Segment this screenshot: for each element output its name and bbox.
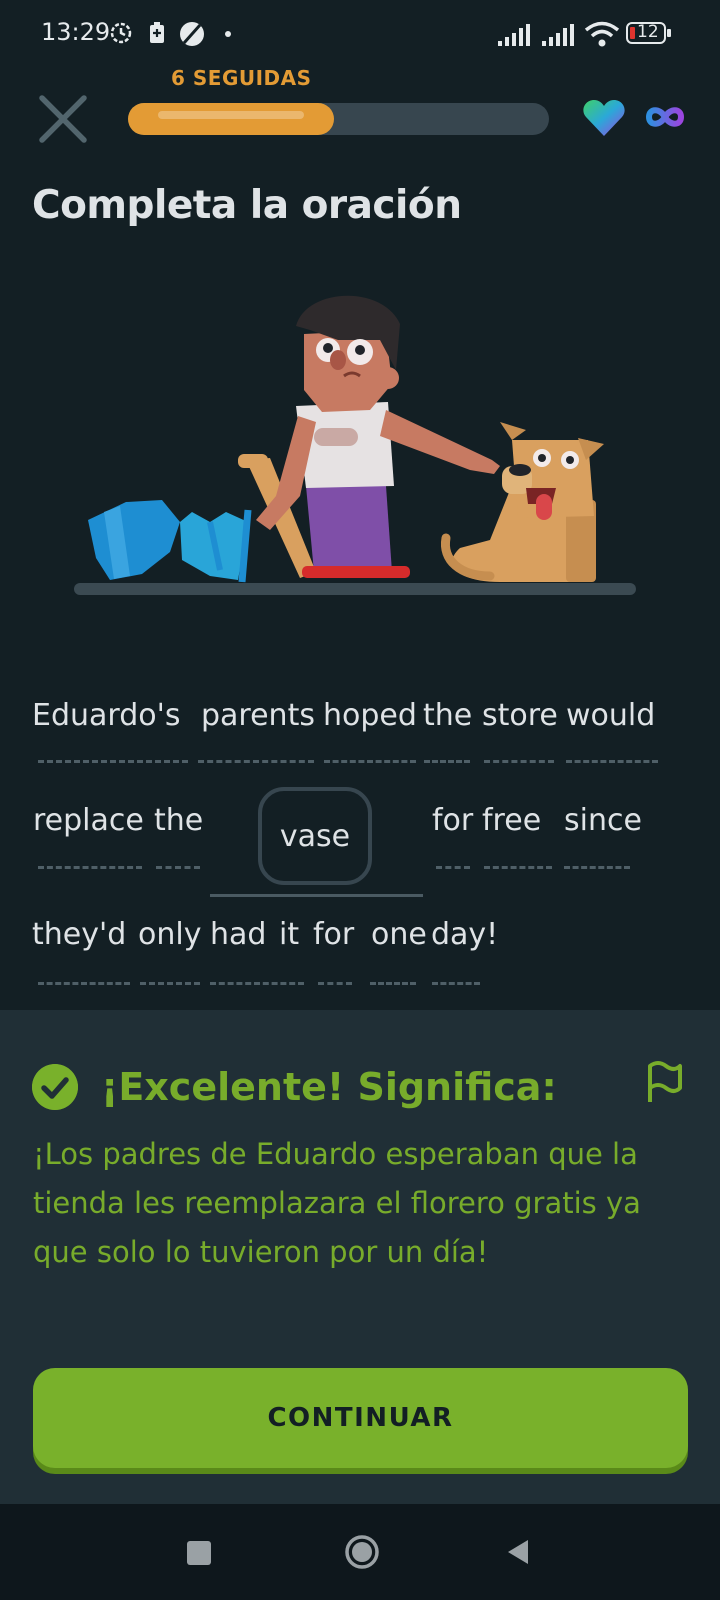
streak-label: 6 SEGUIDAS [171, 66, 312, 90]
word-theyd[interactable]: they'd [32, 917, 126, 952]
word-it[interactable]: it [279, 917, 299, 952]
word-underline [38, 866, 142, 869]
word-parents[interactable]: parents [201, 698, 315, 733]
heart-icon[interactable] [582, 98, 626, 138]
back-icon[interactable] [506, 1538, 530, 1566]
home-icon[interactable] [344, 1534, 380, 1570]
lesson-progress-bar [128, 103, 549, 135]
word-underline [436, 866, 470, 869]
word-the[interactable]: the [423, 698, 472, 733]
recents-icon[interactable] [187, 1541, 211, 1565]
feedback-translation: ¡Los padres de Eduardo esperaban que la … [33, 1137, 641, 1269]
data-saver-icon [180, 22, 204, 46]
word-one[interactable]: one [371, 917, 427, 952]
battery-saver-icon [150, 22, 164, 43]
word-only[interactable]: only [138, 917, 201, 952]
signal-icon [498, 24, 530, 46]
word-underline [318, 982, 352, 985]
answer-blank-line [210, 894, 423, 897]
word-for-2[interactable]: for [313, 917, 354, 952]
feedback-title: ¡Excelente! Significa: [101, 1065, 557, 1109]
word-store[interactable]: store [482, 698, 558, 733]
word-underline [424, 760, 470, 763]
word-underline [432, 982, 480, 985]
word-underline [210, 982, 304, 985]
word-for[interactable]: for [432, 803, 473, 838]
word-since[interactable]: since [564, 803, 642, 838]
scene-illustration [74, 295, 636, 595]
word-underline [324, 760, 416, 763]
battery-level: 12 [637, 22, 659, 42]
word-underline [38, 760, 188, 763]
word-underline [564, 866, 630, 869]
notification-dot-icon [225, 31, 231, 37]
word-underline [38, 982, 130, 985]
word-day[interactable]: day! [431, 917, 498, 952]
word-underline [156, 866, 200, 869]
word-underline [566, 760, 658, 763]
continue-button[interactable]: CONTINUAR [33, 1368, 688, 1468]
word-underline [484, 866, 552, 869]
alarm-icon [110, 22, 132, 44]
battery-icon: 12 [626, 20, 672, 46]
word-underline [140, 982, 200, 985]
report-flag-icon[interactable] [644, 1058, 686, 1106]
progress-fill [128, 103, 334, 135]
check-circle-icon [32, 1064, 78, 1110]
page-title: Completa la oración [32, 183, 462, 228]
close-icon[interactable] [34, 90, 92, 148]
word-had[interactable]: had [210, 917, 266, 952]
word-hoped[interactable]: hoped [323, 698, 417, 733]
progress-shine [158, 111, 304, 119]
word-the-2[interactable]: the [154, 803, 203, 838]
word-underline [198, 760, 314, 763]
status-bar: 13:29 12 [0, 0, 720, 70]
infinity-icon [645, 107, 685, 127]
signal-icon-2 [542, 24, 574, 46]
word-free[interactable]: free [482, 803, 541, 838]
wifi-icon [584, 21, 620, 47]
word-underline [370, 982, 416, 985]
answer-chip[interactable]: vase [258, 787, 372, 885]
word-underline [484, 760, 554, 763]
status-time: 13:29 [41, 18, 111, 46]
word-replace[interactable]: replace [33, 803, 144, 838]
word-eduardos[interactable]: Eduardo's [32, 698, 180, 733]
word-would[interactable]: would [566, 698, 655, 733]
